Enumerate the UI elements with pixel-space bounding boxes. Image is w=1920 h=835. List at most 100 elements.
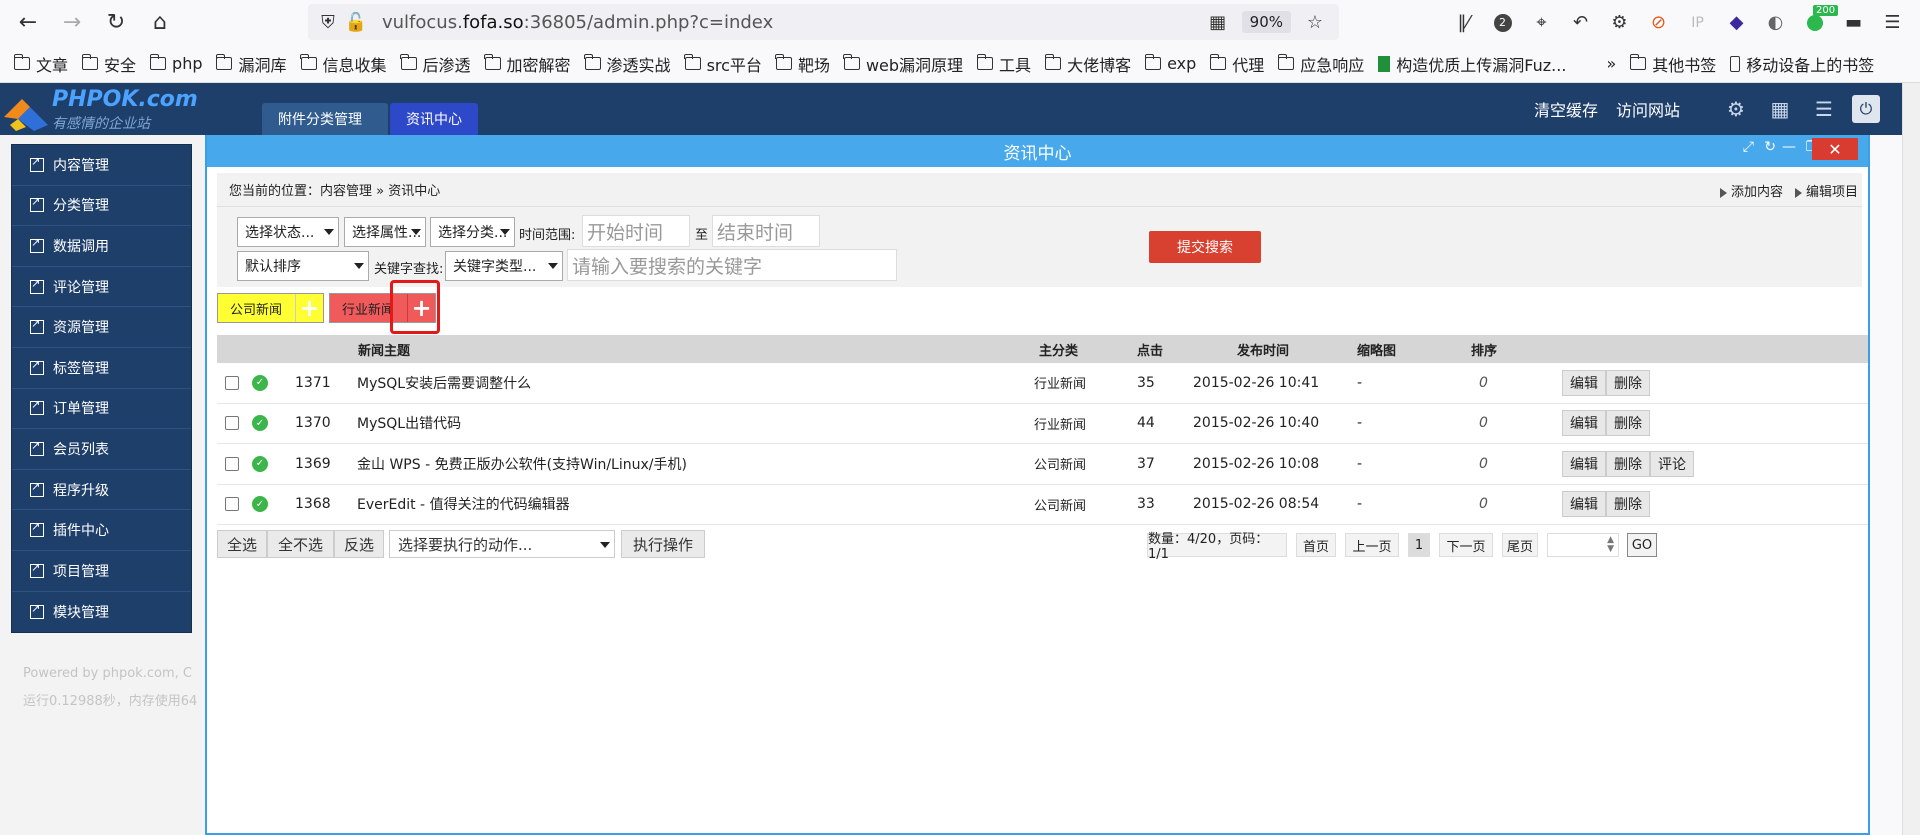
power-icon[interactable]: ⏻ (1852, 95, 1880, 123)
sidebar-item-orders[interactable]: 订单管理 (12, 389, 191, 430)
category-tag-company[interactable]: 公司新闻 + (217, 293, 324, 323)
refresh-icon[interactable]: ↻ (1764, 139, 1776, 155)
circle-extension-icon[interactable]: ◐ (1756, 0, 1795, 45)
column-date[interactable]: 发布时间 (1237, 335, 1289, 363)
row-order[interactable]: 0 (1479, 404, 1488, 444)
sidebar-item-data-call[interactable]: 数据调用 (12, 226, 191, 267)
bookmark-star-icon[interactable]: ☆ (1301, 8, 1329, 36)
undo-icon[interactable]: ↶ (1561, 0, 1600, 45)
prev-page-button[interactable]: 上一页 (1345, 533, 1399, 557)
bookmark-folder[interactable]: 加密解密 (484, 52, 571, 76)
spinner-icon[interactable]: ▲ ▼ (1607, 536, 1614, 554)
column-order[interactable]: 排序 (1471, 335, 1497, 363)
next-page-button[interactable]: 下一页 (1439, 533, 1493, 557)
tab-news-center[interactable]: 资讯中心 (390, 103, 478, 135)
bookmark-folder[interactable]: 工具 (976, 52, 1031, 76)
edit-button[interactable]: 编辑 (1562, 491, 1606, 518)
bookmark-folder[interactable]: 漏洞库 (215, 52, 287, 76)
row-checkbox[interactable] (225, 456, 239, 471)
status-extension-icon[interactable]: 200 (1795, 0, 1839, 45)
execute-button[interactable]: 执行操作 (621, 530, 705, 558)
row-order[interactable]: 0 (1479, 444, 1488, 484)
table-row[interactable]: ✓ 1368 EverEdit - 值得关注的代码编辑器 公司新闻 33 201… (217, 484, 1868, 525)
current-page-button[interactable]: 1 (1408, 533, 1430, 557)
go-button[interactable]: GO (1627, 533, 1657, 557)
gear-icon[interactable]: ⚙ (1714, 83, 1758, 135)
insecure-lock-icon[interactable]: 🔓 (342, 8, 370, 36)
library-icon[interactable]: ‖⁄ (1444, 0, 1483, 45)
column-category[interactable]: 主分类 (1039, 335, 1078, 363)
table-row[interactable]: ✓ 1370 MySQL出错代码 行业新闻 44 2015-02-26 10:4… (217, 403, 1868, 444)
logo[interactable]: PHPOK.com 有感情的企业站 (4, 87, 204, 132)
sidebar-item-comments[interactable]: 评论管理 (12, 267, 191, 308)
sidebar-item-members[interactable]: 会员列表 (12, 429, 191, 470)
bookmarks-overflow-icon[interactable]: » (1606, 54, 1616, 73)
windows-icon[interactable]: ▦ (1758, 83, 1802, 135)
delete-button[interactable]: 删除 (1606, 410, 1650, 437)
zoom-level[interactable]: 90% (1241, 11, 1291, 33)
crop-icon[interactable]: ⌖ (1522, 0, 1561, 45)
minimize-icon[interactable]: — (1782, 139, 1796, 155)
status-select[interactable]: 选择状态... (237, 217, 339, 247)
clear-cache-link[interactable]: 清空缓存 (1534, 97, 1598, 121)
edit-button[interactable]: 编辑 (1562, 410, 1606, 437)
row-order[interactable]: 0 (1479, 363, 1488, 403)
add-content-link[interactable]: 添加内容 (1719, 181, 1783, 200)
attribute-select[interactable]: 选择属性... (344, 217, 426, 247)
check-circle-icon[interactable]: ✓ (252, 455, 268, 472)
extension-counter-icon[interactable]: 2 (1483, 0, 1522, 45)
bookmark-folder[interactable]: 大佬博客 (1044, 52, 1131, 76)
submit-search-button[interactable]: 提交搜索 (1149, 231, 1261, 263)
sidebar-item-modules[interactable]: 模块管理 (12, 592, 191, 633)
column-hits[interactable]: 点击 (1137, 335, 1163, 363)
select-all-button[interactable]: 全选 (217, 530, 267, 558)
category-select[interactable]: 选择分类... (430, 217, 515, 247)
select-none-button[interactable]: 全不选 (267, 530, 334, 558)
check-circle-icon[interactable]: ✓ (252, 496, 268, 513)
row-title[interactable]: MySQL安装后需要调整什么 (357, 363, 531, 403)
bookmark-folder[interactable]: 文章 (13, 52, 68, 76)
tab-attachment-category[interactable]: 附件分类管理 (262, 103, 388, 135)
collapse-icon[interactable]: ⤢ (1743, 139, 1754, 155)
sidebar-item-tags[interactable]: 标签管理 (12, 348, 191, 389)
page-scrollbar[interactable] (1902, 83, 1920, 835)
bookmark-folder[interactable]: exp (1144, 54, 1196, 73)
delete-button[interactable]: 删除 (1606, 369, 1650, 396)
table-row[interactable]: ✓ 1369 金山 WPS - 免费正版办公软件(支持Win/Linux/手机)… (217, 444, 1868, 485)
home-icon[interactable]: ⌂ (138, 0, 182, 45)
list-icon[interactable]: ☰ (1802, 83, 1846, 135)
row-checkbox[interactable] (225, 416, 239, 431)
bookmark-folder[interactable]: 后渗透 (400, 52, 471, 76)
column-thumbnail[interactable]: 缩略图 (1357, 335, 1396, 363)
sidebar-item-content[interactable]: 内容管理 (12, 145, 191, 186)
add-icon[interactable]: + (295, 294, 323, 322)
bookmark-folder[interactable]: web漏洞原理 (843, 52, 963, 76)
url-text[interactable]: vulfocus.fofa.so:36805/admin.php?c=index (382, 12, 773, 33)
reload-icon[interactable]: ↻ (94, 0, 138, 45)
visit-site-link[interactable]: 访问网站 (1616, 97, 1680, 121)
forward-icon[interactable]: → (50, 0, 94, 45)
table-row[interactable]: ✓ 1371 MySQL安装后需要调整什么 行业新闻 35 2015-02-26… (217, 363, 1868, 404)
comment-button[interactable]: 评论 (1650, 450, 1694, 477)
row-checkbox[interactable] (225, 375, 239, 390)
bookmark-folder[interactable]: php (149, 54, 202, 73)
end-time-input[interactable]: 结束时间 (712, 215, 820, 247)
sidebar-item-resources[interactable]: 资源管理 (12, 307, 191, 348)
row-order[interactable]: 0 (1479, 485, 1488, 525)
bookmark-folder[interactable]: 应急响应 (1277, 52, 1364, 76)
start-time-input[interactable]: 开始时间 (582, 215, 690, 247)
bookmark-folder[interactable]: 信息收集 (300, 52, 387, 76)
bookmark-folder[interactable]: 渗透实战 (584, 52, 671, 76)
edit-button[interactable]: 编辑 (1562, 369, 1606, 396)
url-bar[interactable]: ⛨ 🔓 vulfocus.fofa.so:36805/admin.php?c=i… (308, 4, 1339, 40)
bookmark-folder-other[interactable]: 其他书签 (1629, 52, 1716, 76)
bookmark-folder[interactable]: src平台 (684, 52, 762, 76)
keyword-type-select[interactable]: 关键字类型... (445, 251, 563, 281)
page-number-input[interactable]: ▲ ▼ (1547, 533, 1619, 557)
bookmark-folder[interactable]: 靶场 (775, 52, 830, 76)
row-title[interactable]: 金山 WPS - 免费正版办公软件(支持Win/Linux/手机) (357, 444, 687, 484)
diamond-icon[interactable]: ◆ (1717, 0, 1756, 45)
last-page-button[interactable]: 尾页 (1502, 533, 1538, 557)
bookmark-folder[interactable]: 代理 (1209, 52, 1264, 76)
sidebar-item-category[interactable]: 分类管理 (12, 186, 191, 227)
